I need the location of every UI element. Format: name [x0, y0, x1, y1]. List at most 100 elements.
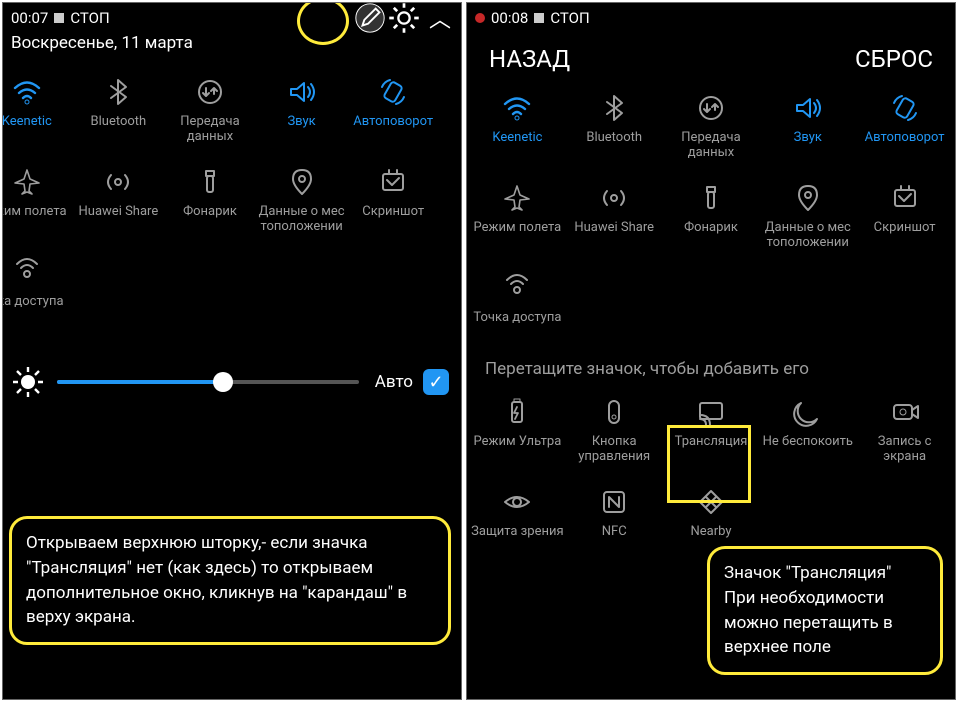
edit-tiles-button[interactable]: [353, 2, 387, 35]
clock: 00:08: [491, 9, 528, 27]
tile-label: Keenetic: [2, 115, 54, 145]
ap-icon: [5, 255, 49, 289]
screenshot-icon: [883, 181, 927, 215]
tile-navkey[interactable]: Кнопка управления: [566, 395, 663, 465]
tile-screenshot[interactable]: Скриншот: [856, 181, 953, 251]
tile-sound[interactable]: Звук: [256, 75, 348, 145]
stop-indicator-icon: [54, 13, 64, 23]
tile-label: Фонарик: [682, 221, 740, 251]
quick-settings-panel-collapsed: 00:07 СТОП ︿ Воскресенье, 11 марта Keene…: [2, 2, 462, 700]
hotspot-icon: [96, 165, 140, 199]
tile-label: чка доступа: [2, 295, 66, 325]
tile-label: Bluetooth: [89, 115, 149, 145]
tile-airplane[interactable]: ежим полета: [2, 165, 73, 235]
brightness-slider[interactable]: [57, 380, 359, 384]
auto-brightness-checkbox[interactable]: ✓: [423, 369, 449, 395]
location-icon: [786, 181, 830, 215]
tile-torch[interactable]: Фонарик: [663, 181, 760, 251]
tile-location[interactable]: Данные о мес тоположении: [759, 181, 856, 251]
cast-icon: [689, 395, 733, 429]
record-icon: [883, 395, 927, 429]
tile-label: Режим полета: [472, 221, 564, 251]
tile-label: NFC: [600, 525, 629, 555]
hotspot-icon: [592, 181, 636, 215]
tile-hotspot[interactable]: Huawei Share: [73, 165, 165, 235]
dnd-icon: [786, 395, 830, 429]
tile-label: Режим Ультра: [471, 435, 563, 465]
tile-rotate[interactable]: Автоповорот: [347, 75, 439, 145]
annotation-callout-2: Значок "Трансляция" При необходимости мо…: [707, 546, 943, 675]
tile-rotate[interactable]: Автоповорот: [856, 91, 953, 161]
airplane-icon: [5, 165, 49, 199]
clock: 00:07: [11, 9, 48, 27]
tile-label: Huawei Share: [77, 205, 161, 235]
rotate-icon: [371, 75, 415, 109]
tile-airplane[interactable]: Режим полета: [469, 181, 566, 251]
tile-ap[interactable]: чка доступа: [2, 255, 73, 325]
status-bar: 00:08 СТОП: [467, 3, 955, 31]
tile-screenshot[interactable]: Скриншот: [347, 165, 439, 235]
tile-data[interactable]: Передача данных: [663, 91, 760, 161]
tile-label: Keenetic: [490, 131, 544, 161]
location-icon: [280, 165, 324, 199]
sound-icon: [280, 75, 324, 109]
tile-record[interactable]: Запись с экрана: [856, 395, 953, 465]
tile-label: Защита зрения: [469, 525, 565, 555]
data-icon: [689, 91, 733, 125]
tile-bt[interactable]: Bluetooth: [566, 91, 663, 161]
highlight-cast-tile: [667, 425, 751, 503]
tile-wifi[interactable]: Keenetic: [469, 91, 566, 161]
brightness-fill: [57, 380, 223, 384]
eye-icon: [495, 485, 539, 519]
tile-location[interactable]: Данные о мес тоположении: [256, 165, 348, 235]
tile-label: Звук: [792, 131, 824, 161]
tile-label: Не беспокоить: [761, 435, 855, 465]
drag-hint: Перетащите значок, чтобы добавить его: [467, 345, 955, 385]
nfc-icon: [592, 485, 636, 519]
tile-label: Скриншот: [360, 205, 426, 235]
active-tiles-grid: Keenetic Bluetooth Передача данных Звук Авто…: [467, 83, 955, 345]
tile-label: Данные о мес тоположении: [759, 221, 856, 251]
tile-label: Автоповорот: [863, 131, 947, 161]
tile-dnd[interactable]: Не беспокоить: [759, 395, 856, 465]
tile-torch[interactable]: Фонарик: [164, 165, 256, 235]
brightness-thumb[interactable]: [213, 372, 233, 392]
wifi-icon: [495, 91, 539, 125]
tile-battery[interactable]: Режим Ультра: [469, 395, 566, 465]
tile-label: Точка доступа: [471, 311, 563, 341]
stop-indicator-icon: [534, 13, 544, 23]
battery-icon: [495, 395, 539, 429]
back-button[interactable]: НАЗАД: [489, 45, 570, 73]
ap-icon: [495, 271, 539, 305]
screenshot-icon: [371, 165, 415, 199]
reset-button[interactable]: СБРОС: [855, 45, 933, 73]
tile-wifi[interactable]: Keenetic: [2, 75, 73, 145]
tile-label: Фонарик: [181, 205, 239, 235]
brightness-row: Авто ✓: [3, 347, 461, 399]
tile-nfc[interactable]: NFC: [566, 485, 663, 555]
recording-indicator-icon: [475, 13, 485, 23]
stop-label: СТОП: [70, 9, 109, 27]
status-bar: 00:07 СТОП ︿: [3, 3, 461, 31]
navkey-icon: [592, 395, 636, 429]
tile-label: Передача данных: [164, 115, 256, 145]
torch-icon: [188, 165, 232, 199]
tile-label: Звук: [285, 115, 317, 145]
rotate-icon: [883, 91, 927, 125]
tile-label: Bluetooth: [584, 131, 644, 161]
tile-eye[interactable]: Защита зрения: [469, 485, 566, 555]
settings-button[interactable]: [387, 2, 421, 35]
stop-label: СТОП: [550, 9, 589, 27]
tile-label: Huawei Share: [572, 221, 656, 251]
annotation-callout-1: Открываем верхнюю шторку,- если значка "…: [9, 516, 451, 645]
tile-label: Запись с экрана: [856, 435, 953, 465]
collapse-chevron-icon[interactable]: ︿: [429, 2, 451, 34]
tile-hotspot[interactable]: Huawei Share: [566, 181, 663, 251]
bt-icon: [592, 91, 636, 125]
airplane-icon: [495, 181, 539, 215]
tile-sound[interactable]: Звук: [759, 91, 856, 161]
tile-data[interactable]: Передача данных: [164, 75, 256, 145]
tile-label: Автоповорот: [351, 115, 435, 145]
tile-ap[interactable]: Точка доступа: [469, 271, 566, 341]
tile-bt[interactable]: Bluetooth: [73, 75, 165, 145]
